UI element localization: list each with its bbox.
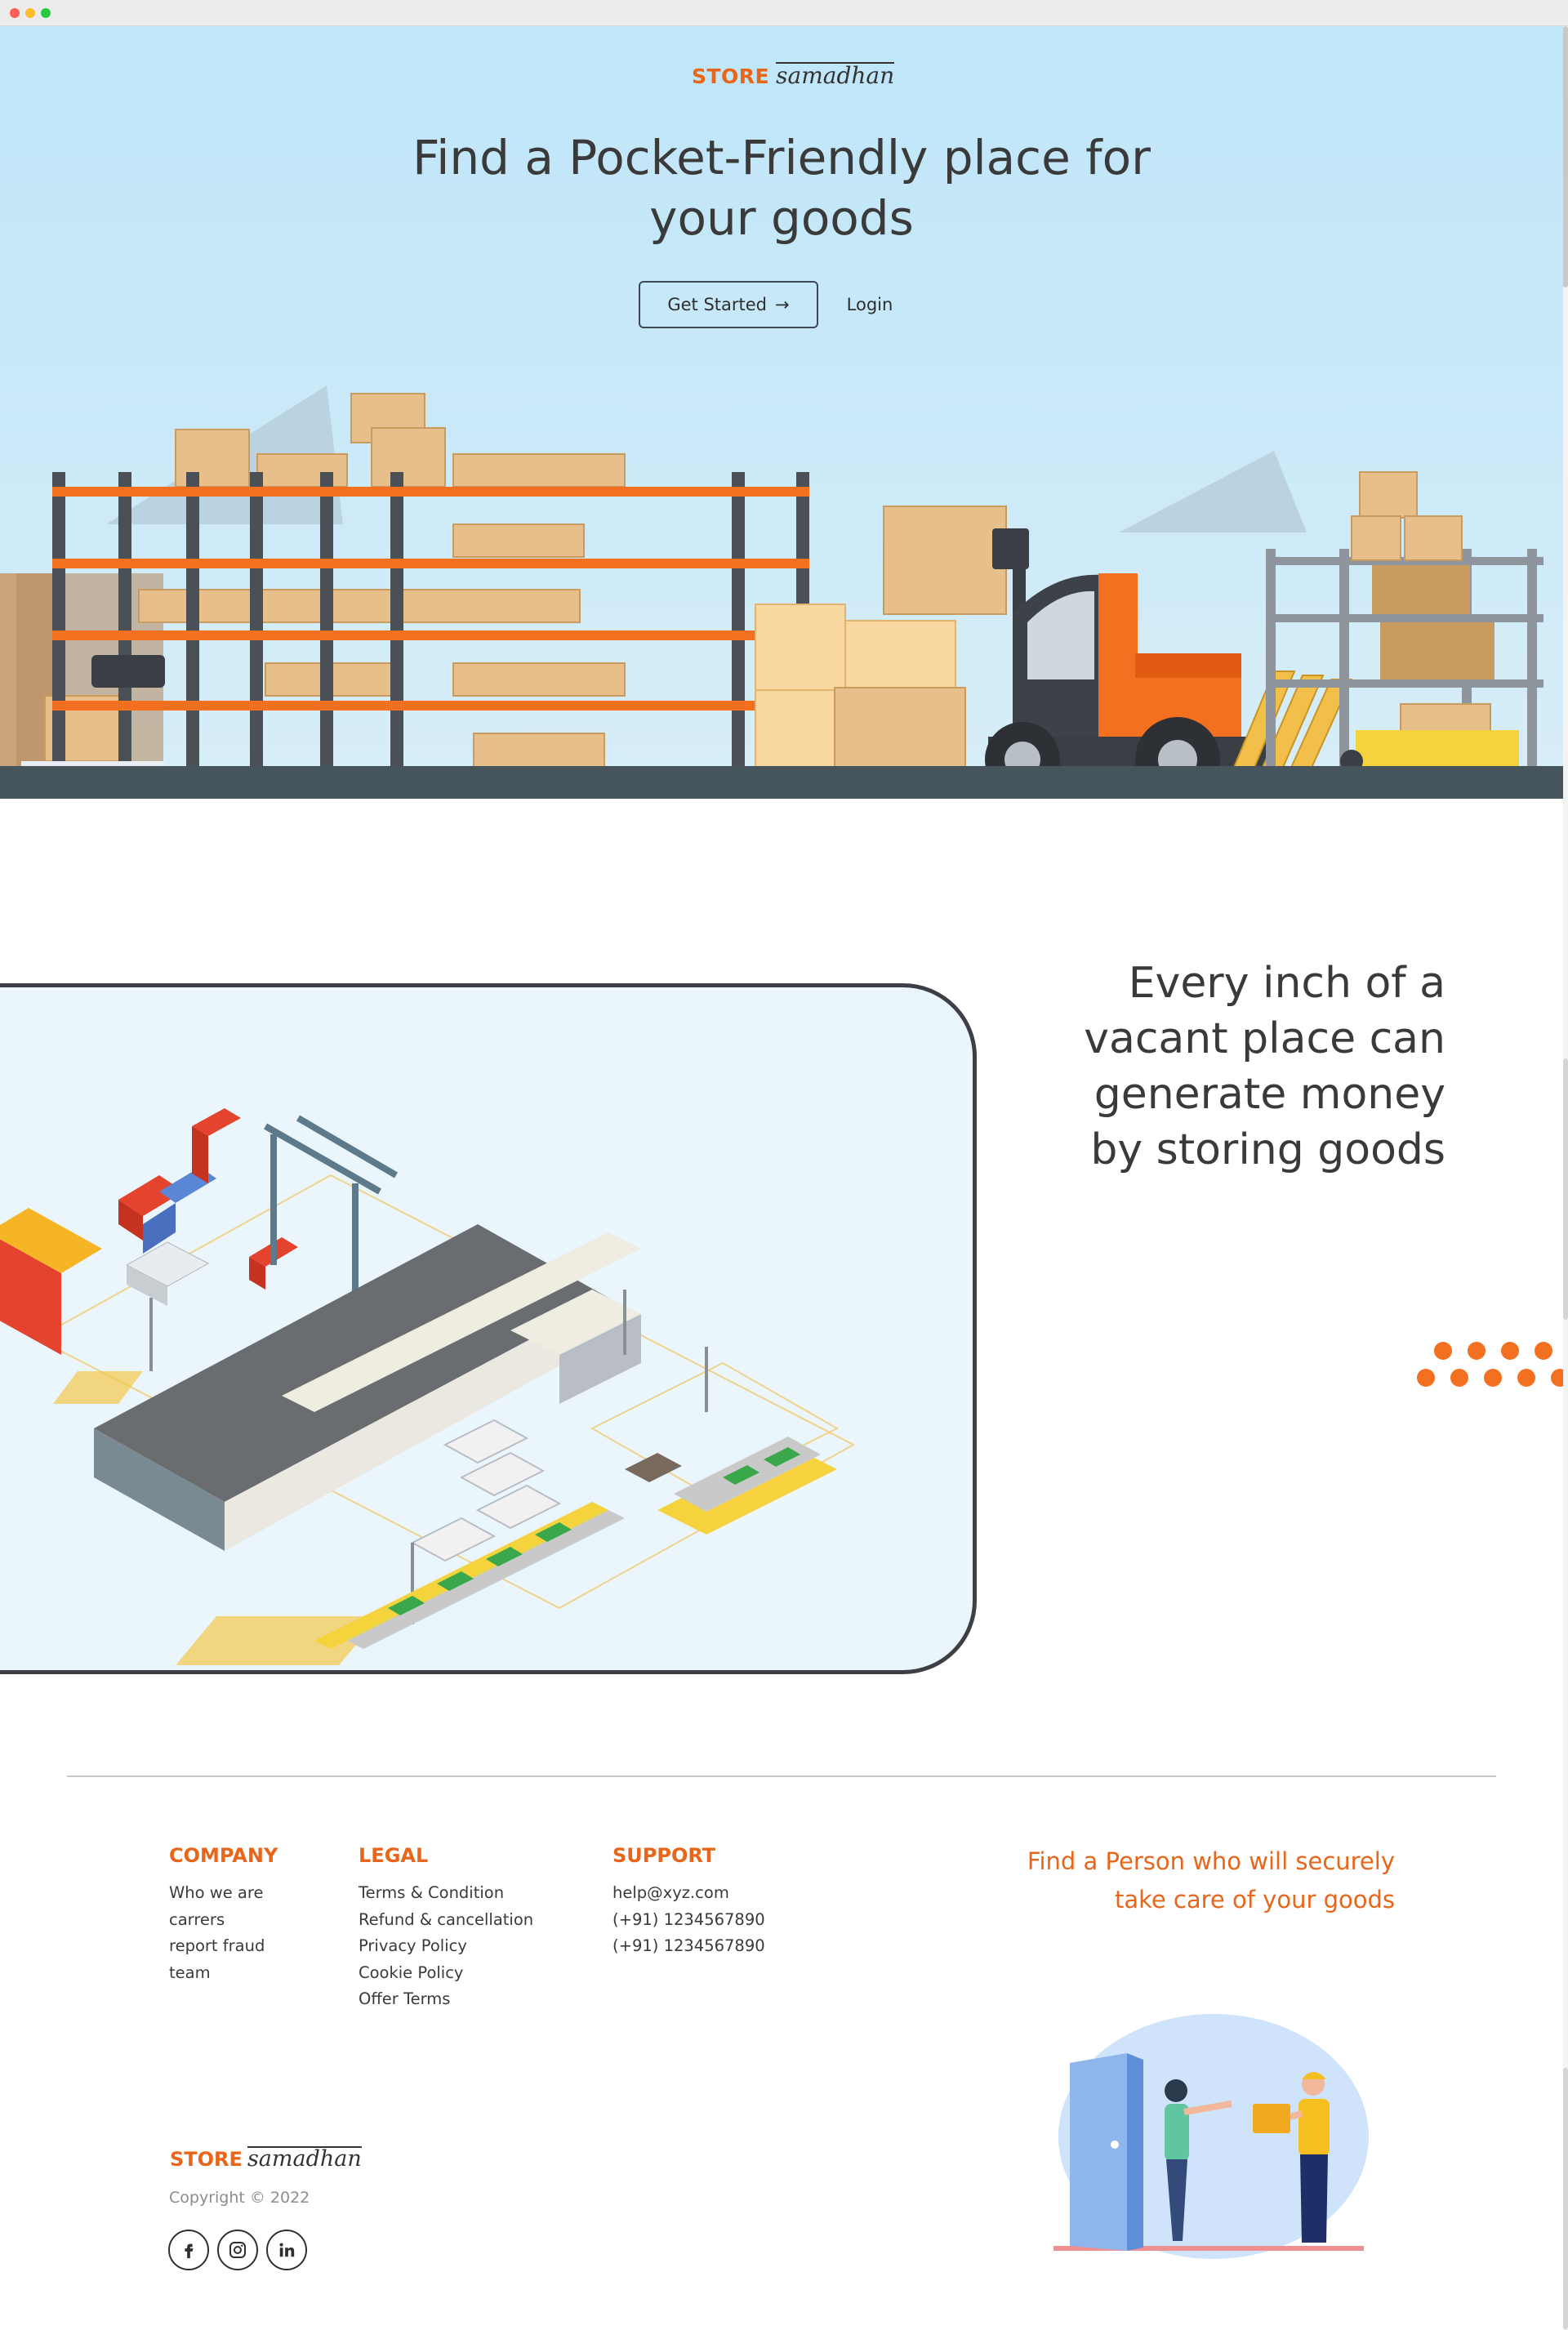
logo-store-text: STORE bbox=[692, 65, 770, 88]
footer-support-title: SUPPORT bbox=[612, 1844, 716, 1867]
instagram-icon[interactable] bbox=[217, 2230, 258, 2270]
footer-link-privacy[interactable]: Privacy Policy bbox=[359, 1933, 533, 1960]
footer-link-terms[interactable]: Terms & Condition bbox=[359, 1880, 533, 1907]
get-started-button[interactable]: Get Started → bbox=[639, 281, 818, 328]
footer-logo[interactable]: STORE samadhan bbox=[170, 2146, 362, 2171]
footer-link-offer-terms[interactable]: Offer Terms bbox=[359, 1986, 533, 2013]
close-window-button[interactable] bbox=[10, 8, 20, 18]
footer-legal-title: LEGAL bbox=[359, 1844, 429, 1867]
footer-link-carrers[interactable]: carrers bbox=[169, 1907, 265, 1934]
site-logo[interactable]: STORE samadhan bbox=[692, 62, 895, 89]
linkedin-icon[interactable] bbox=[266, 2230, 307, 2270]
promo-line1: Find a Person who will securely bbox=[1027, 1847, 1395, 1875]
tagline-line4: by storing goods bbox=[1090, 1125, 1446, 1174]
get-started-label: Get Started bbox=[667, 295, 768, 314]
page-scrollbar[interactable] bbox=[1563, 26, 1568, 2330]
scrollbar-thumb-secondary[interactable] bbox=[1563, 1058, 1568, 1320]
hero-title-line1: Find a Pocket-Friendly place for bbox=[412, 130, 1151, 185]
promo-line2: take care of your goods bbox=[1114, 1886, 1395, 1913]
feature-tagline: Every inch of a vacant place can generat… bbox=[1013, 956, 1446, 1178]
social-links bbox=[168, 2230, 307, 2270]
footer-support-phone-1[interactable]: (+91) 1234567890 bbox=[612, 1907, 765, 1934]
footer-company-links: Who we are carrers report fraud team bbox=[169, 1880, 265, 1986]
footer-logo-samadhan-text: samadhan bbox=[247, 2146, 362, 2172]
hero-title-line2: your goods bbox=[649, 190, 914, 246]
tagline-line2: vacant place can bbox=[1084, 1014, 1446, 1063]
footer-support-email[interactable]: help@xyz.com bbox=[612, 1880, 765, 1907]
scrollbar-thumb[interactable] bbox=[1563, 26, 1568, 287]
footer-promo-text: Find a Person who will securely take car… bbox=[980, 1842, 1395, 1919]
window-titlebar bbox=[0, 0, 1568, 26]
hero-title: Find a Pocket-Friendly place for your go… bbox=[0, 127, 1563, 248]
hero-floor-band bbox=[0, 766, 1563, 799]
scrollbar-thumb-tertiary[interactable] bbox=[1563, 2068, 1568, 2329]
arrow-right-icon: → bbox=[775, 295, 790, 314]
copyright-text: Copyright © 2022 bbox=[169, 2189, 310, 2207]
footer-link-who-we-are[interactable]: Who we are bbox=[169, 1880, 265, 1907]
footer-link-report-fraud[interactable]: report fraud bbox=[169, 1933, 265, 1960]
warehouse-forklift-illustration bbox=[0, 385, 1563, 799]
facebook-icon[interactable] bbox=[168, 2230, 209, 2270]
footer-company-title: COMPANY bbox=[169, 1844, 278, 1867]
maximize-window-button[interactable] bbox=[41, 8, 51, 18]
footer-logo-store-text: STORE bbox=[170, 2148, 243, 2171]
login-button[interactable]: Login bbox=[835, 281, 905, 328]
delivery-person-illustration bbox=[1054, 2014, 1369, 2259]
footer-support-phone-2[interactable]: (+91) 1234567890 bbox=[612, 1933, 765, 1960]
footer-support-links: help@xyz.com (+91) 1234567890 (+91) 1234… bbox=[612, 1880, 765, 1960]
footer-legal-links: Terms & Condition Refund & cancellation … bbox=[359, 1880, 533, 2013]
minimize-window-button[interactable] bbox=[25, 8, 35, 18]
isometric-warehouse-illustration bbox=[0, 1108, 856, 1665]
logo-samadhan-text: samadhan bbox=[776, 62, 895, 89]
hero-section: STORE samadhan Find a Pocket-Friendly pl… bbox=[0, 26, 1563, 799]
tagline-line3: generate money bbox=[1094, 1070, 1446, 1119]
footer-link-cookie[interactable]: Cookie Policy bbox=[359, 1960, 533, 1987]
footer-divider bbox=[67, 1775, 1496, 1777]
tagline-line1: Every inch of a bbox=[1128, 959, 1446, 1008]
footer-link-refund[interactable]: Refund & cancellation bbox=[359, 1907, 533, 1934]
warehouse-illustration-card bbox=[0, 983, 977, 1674]
decorative-dots bbox=[1417, 1342, 1563, 1387]
footer-link-team[interactable]: team bbox=[169, 1960, 265, 1987]
